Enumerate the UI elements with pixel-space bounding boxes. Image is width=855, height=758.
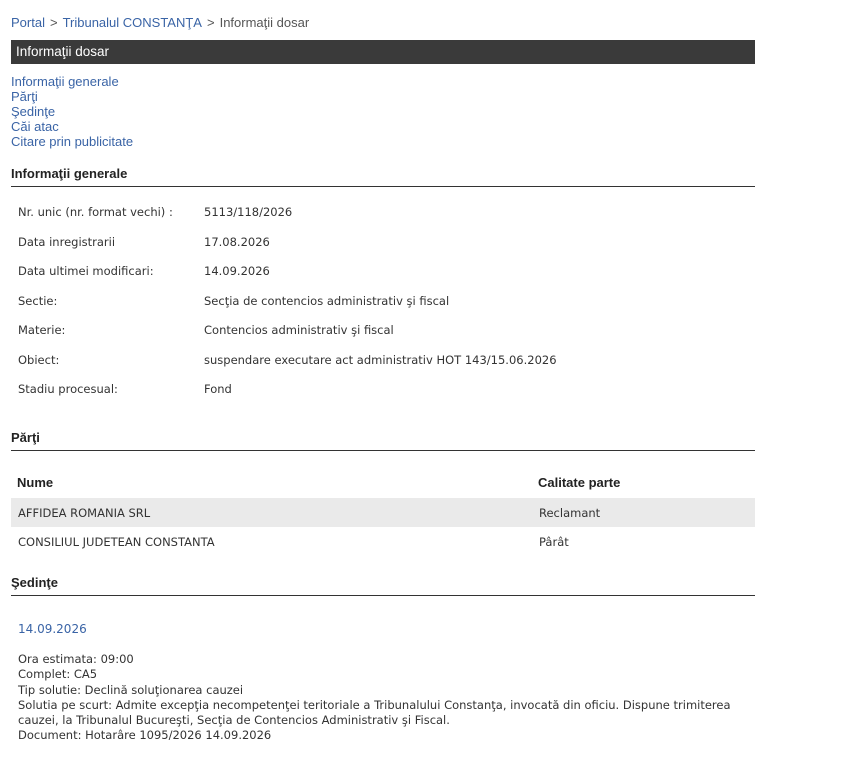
info-value: Contencios administrativ şi fiscal (204, 323, 394, 337)
party-name: AFFIDEA ROMANIA SRL (11, 498, 532, 527)
info-value: 17.08.2026 (204, 234, 270, 249)
table-header-row: Nume Calitate parte (11, 466, 755, 498)
hearing-panel: Complet: CA5 (18, 667, 98, 682)
section-heading-parti: Părţi (11, 430, 755, 451)
info-label: Data inregistrarii (18, 234, 116, 249)
info-label: Data ultimei modificari: (18, 264, 154, 278)
party-name: CONSILIUL JUDETEAN CONSTANTA (18, 534, 215, 549)
hearing-date: 14.09.2026 (18, 622, 87, 636)
table-row: CONSILIUL JUDETEAN CONSTANTA Pârât (11, 527, 755, 556)
info-value: Fond (204, 382, 232, 396)
info-label: Nr. unic (nr. format vechi) : (18, 205, 173, 219)
hearing-document: Document: Hotarâre 1095/2026 14.09.2026 (18, 728, 272, 743)
hearing-details: Ora estimata: 09:00 Complet: CA5 Tip sol… (18, 652, 753, 744)
column-header-nume: Nume (17, 474, 54, 490)
info-value: 5113/118/2026 (204, 205, 293, 219)
info-label: Stadiu procesual: (18, 382, 118, 396)
toc-link-sedinte[interactable]: Şedinţe (11, 104, 133, 119)
info-label: Sectie: (18, 293, 58, 308)
section-heading-sedinte: Şedinţe (11, 575, 755, 596)
breadcrumb-current: Informaţii dosar (219, 15, 310, 30)
breadcrumb-tribunal[interactable]: Tribunalul CONSTANŢA (63, 15, 202, 30)
toc-link-citare[interactable]: Citare prin publicitate (11, 134, 133, 149)
hearing-time: Ora estimata: 09:00 (18, 652, 134, 666)
table-row: AFFIDEA ROMANIA SRL Reclamant (11, 498, 755, 527)
breadcrumb-separator: > (206, 15, 215, 30)
info-label: Obiect: (18, 352, 60, 367)
page-title: Informaţii dosar (11, 40, 755, 64)
info-value: 14.09.2026 (204, 264, 270, 278)
parti-table: Nume Calitate parte AFFIDEA ROMANIA SRL … (11, 466, 755, 556)
party-role: Pârât (539, 534, 569, 549)
breadcrumb-portal[interactable]: Portal (11, 15, 45, 30)
hearing-solution-type: Tip solutie: Declină soluţionarea cauzei (18, 682, 244, 697)
breadcrumb-separator: > (49, 15, 58, 30)
info-value: Secţia de contencios administrativ şi fi… (204, 293, 450, 308)
section-nav: Informaţii generale Părţi Şedinţe Căi at… (11, 74, 133, 149)
section-heading-general: Informaţii generale (11, 166, 755, 187)
hearing-solution-summary: Solutia pe scurt: Admite excepţia necomp… (18, 697, 731, 728)
party-role: Reclamant (532, 498, 755, 527)
info-label: Materie: (18, 323, 66, 337)
toc-link-general[interactable]: Informaţii generale (11, 74, 133, 89)
column-header-calitate: Calitate parte (538, 474, 621, 490)
info-value: suspendare executare act administrativ H… (204, 352, 557, 367)
toc-link-cai-atac[interactable]: Căi atac (11, 119, 133, 134)
breadcrumb: Portal > Tribunalul CONSTANŢA > Informaţii d… (11, 15, 309, 30)
toc-link-parti[interactable]: Părţi (11, 89, 133, 104)
